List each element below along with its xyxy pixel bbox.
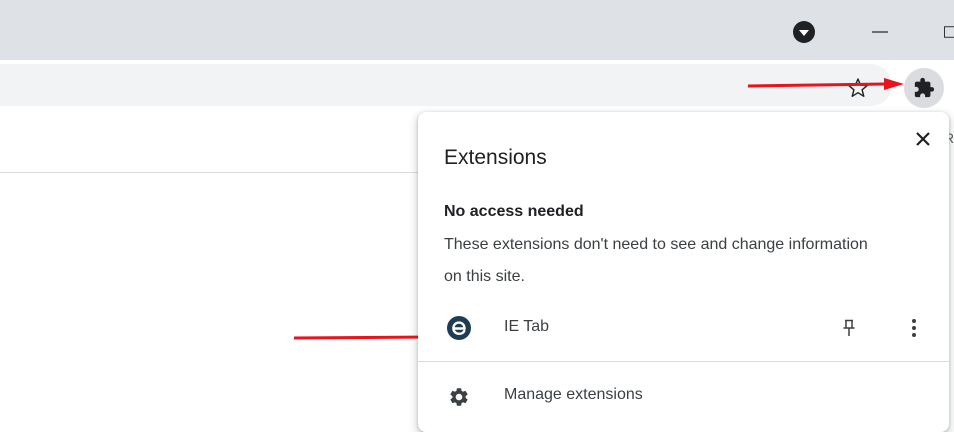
- minimize-icon[interactable]: [868, 20, 892, 44]
- close-icon: [916, 132, 930, 146]
- puzzle-icon: [913, 77, 935, 99]
- ie-tab-icon: [446, 315, 472, 341]
- manage-extensions-label: Manage extensions: [504, 386, 643, 404]
- section-heading: No access needed: [444, 203, 584, 221]
- pin-button[interactable]: [838, 316, 860, 340]
- profile-icon[interactable]: [792, 20, 816, 44]
- more-options-button[interactable]: [906, 316, 922, 340]
- address-bar[interactable]: [0, 64, 892, 106]
- extensions-button[interactable]: [904, 68, 944, 108]
- section-description: These extensions don't need to see and c…: [444, 229, 874, 293]
- more-vert-icon: [911, 318, 917, 338]
- extensions-popup: Extensions No access needed These extens…: [418, 112, 949, 432]
- manage-extensions-button[interactable]: Manage extensions: [418, 376, 949, 416]
- window-titlebar: [0, 0, 954, 60]
- popup-title: Extensions: [444, 146, 547, 170]
- restore-icon[interactable]: [940, 20, 954, 44]
- extension-row-ie-tab[interactable]: IE Tab: [418, 308, 949, 348]
- popup-divider: [418, 361, 949, 362]
- star-icon[interactable]: [846, 76, 870, 100]
- pin-icon: [842, 319, 856, 337]
- gear-icon: [448, 386, 470, 408]
- page-divider: [0, 172, 418, 173]
- browser-toolbar: [0, 60, 954, 110]
- extension-name: IE Tab: [504, 318, 549, 336]
- close-button[interactable]: [912, 128, 934, 150]
